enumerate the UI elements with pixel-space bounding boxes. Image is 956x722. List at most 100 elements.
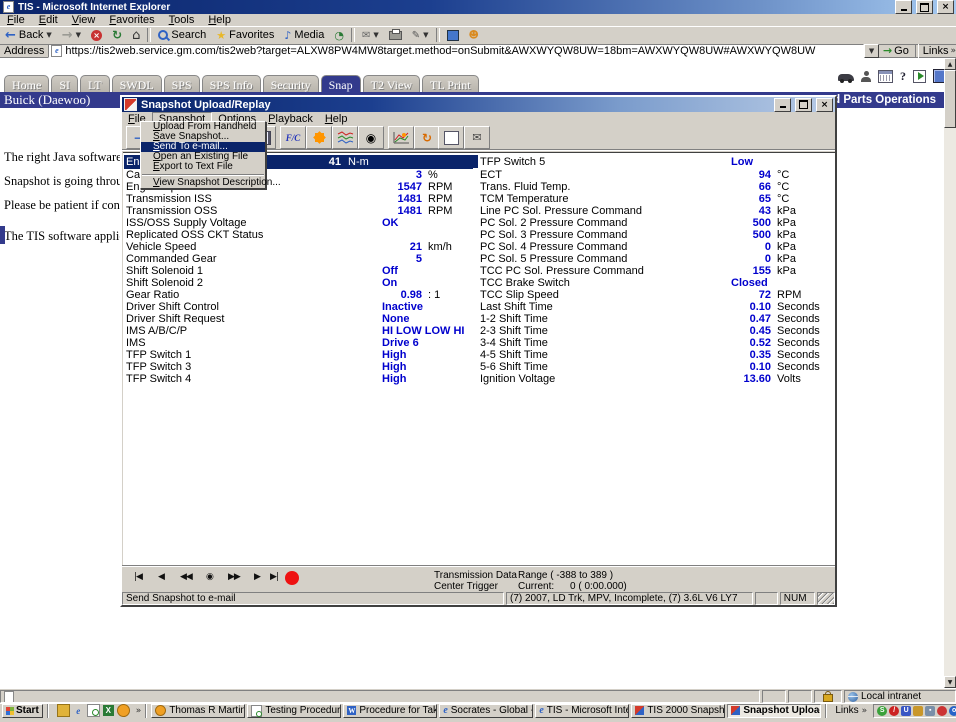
param-row-tcc-brake-switch[interactable]: TCC Brake SwitchClosed — [473, 277, 833, 289]
param-row-ignition-voltage[interactable]: Ignition Voltage13.60Volts — [473, 373, 833, 385]
user-icon[interactable] — [861, 71, 871, 82]
calendar-icon[interactable] — [878, 70, 893, 83]
param-row-ect[interactable]: ECT94°C — [473, 169, 833, 181]
param-row-line-pc-sol-pressure-command[interactable]: Line PC Sol. Pressure Command43kPa — [473, 205, 833, 217]
address-dropdown-button[interactable]: ▼ — [864, 44, 879, 58]
param-row-tcm-temperature[interactable]: TCM Temperature65°C — [473, 193, 833, 205]
param-row-trans-fluid-temp[interactable]: Trans. Fluid Temp.66°C — [473, 181, 833, 193]
search-doc-icon[interactable] — [87, 704, 100, 717]
email-toolbar-button[interactable]: ✉ — [464, 126, 490, 149]
menu-item-export-to-text-file[interactable]: Export to Text File — [141, 162, 265, 172]
window-menu-help[interactable]: Help — [319, 113, 354, 125]
print-button[interactable] — [384, 27, 407, 43]
page-scrollbar[interactable]: ▲ ▼ — [944, 58, 956, 688]
task-button-procedure-for-taking-sn[interactable]: WProcedure for Taking Sn... — [343, 704, 437, 718]
param-row-iss-oss-supply-voltage[interactable]: ISS/OSS Supply VoltageOK — [124, 217, 473, 229]
links-chevron-icon[interactable]: » — [950, 46, 956, 56]
messenger-button[interactable]: ☻ — [464, 27, 484, 43]
address-input[interactable]: e https://tis2web.service.gm.com/tis2web… — [48, 44, 864, 58]
minimize-button[interactable] — [895, 0, 912, 14]
alert-icon[interactable] — [937, 706, 947, 716]
task-button-tis-2000-snapshot-uplo[interactable]: TIS 2000 Snapshot Uplo... — [631, 704, 725, 718]
param-row-last-shift-time[interactable]: Last Shift Time0.10Seconds — [473, 301, 833, 313]
start-button[interactable]: Start — [2, 704, 43, 718]
task-button-tis-microsoft-internet[interactable]: eTIS - Microsoft Internet ... — [535, 704, 629, 718]
history-button[interactable]: ◔ — [329, 27, 349, 43]
menu-file[interactable]: File — [0, 14, 32, 26]
param-row-tfp-switch-1[interactable]: TFP Switch 1High — [124, 349, 473, 361]
window-minimize-button[interactable] — [774, 98, 791, 112]
rewind-button[interactable]: ◀◀ — [180, 572, 192, 582]
mail-button[interactable]: ✉▼ — [357, 27, 384, 43]
go-button[interactable]: → Go — [879, 44, 913, 57]
shield-icon[interactable]: U — [901, 706, 911, 716]
back-arrow-button[interactable]: ←Back▼ — [0, 27, 57, 43]
menu-item-view-snapshot-description[interactable]: View Snapshot Description... — [141, 178, 265, 188]
param-row-4-5-shift-time[interactable]: 4-5 Shift Time0.35Seconds — [473, 349, 833, 361]
fast-forward-button[interactable]: ▶▶ — [228, 572, 240, 582]
sync-icon[interactable]: S — [877, 706, 887, 716]
step-forward-button[interactable]: ▶ — [254, 572, 260, 582]
spreadsheet-icon[interactable]: X — [103, 705, 114, 716]
resize-grip[interactable] — [817, 592, 836, 605]
favorites-button[interactable]: ★Favorites — [211, 27, 279, 43]
task-button-snapshot-upload-re[interactable]: Snapshot Upload/Re... — [727, 704, 821, 718]
param-row-driver-shift-control[interactable]: Driver Shift ControlInactive — [124, 301, 473, 313]
media-button[interactable]: ♪Media — [279, 27, 329, 43]
taskbar-links[interactable]: Links » — [831, 705, 871, 716]
home-button[interactable]: ⌂ — [127, 27, 145, 43]
center-trigger-button[interactable]: ◉ — [206, 572, 213, 582]
param-row-5-6-shift-time[interactable]: 5-6 Shift Time0.10Seconds — [473, 361, 833, 373]
forward-arrow-button[interactable]: →▼ — [57, 27, 86, 43]
refresh-button[interactable]: ↻ — [107, 27, 127, 43]
param-row-ims[interactable]: IMSDrive 6 — [124, 337, 473, 349]
close-button[interactable]: × — [937, 0, 954, 14]
menu-help[interactable]: Help — [201, 14, 238, 26]
param-row-tfp-switch-4[interactable]: TFP Switch 4High — [124, 373, 473, 385]
param-row-shift-solenoid-2[interactable]: Shift Solenoid 2On — [124, 277, 473, 289]
task-button-thomas-r-martin-inbox[interactable]: Thomas R Martin - Inbox... — [151, 704, 245, 718]
ie-icon[interactable]: e — [73, 705, 84, 716]
sun-toolbar-button[interactable] — [306, 126, 332, 149]
seek-end-button[interactable]: ▶| — [270, 572, 278, 582]
blocked-icon[interactable]: / — [889, 706, 899, 716]
key-icon[interactable] — [913, 706, 923, 716]
scroll-down-icon[interactable]: ▼ — [944, 676, 956, 688]
param-row-2-3-shift-time[interactable]: 2-3 Shift Time0.45Seconds — [473, 325, 833, 337]
param-row-transmission-iss[interactable]: Transmission ISS1481RPM — [124, 193, 473, 205]
param-row-pc-sol-4-pressure-command[interactable]: PC Sol. 4 Pressure Command0kPa — [473, 241, 833, 253]
help-icon[interactable]: ? — [900, 69, 906, 84]
window-titlebar[interactable]: Snapshot Upload/Replay × — [122, 97, 835, 112]
param-row-vehicle-speed[interactable]: Vehicle Speed21km/h — [124, 241, 473, 253]
menu-tools[interactable]: Tools — [162, 14, 202, 26]
step-back-button[interactable]: ◀ — [158, 572, 164, 582]
wheel-toolbar-button[interactable]: ◉ — [358, 126, 384, 149]
network-icon[interactable]: ▪ — [925, 706, 935, 716]
stop-button[interactable]: × — [86, 27, 107, 43]
param-row-driver-shift-request[interactable]: Driver Shift RequestNone — [124, 313, 473, 325]
waveform-toolbar-button[interactable] — [332, 126, 358, 149]
param-row-tfp-switch-5[interactable]: TFP Switch 5Low — [473, 155, 833, 169]
quick-launch-overflow-icon[interactable]: » — [136, 706, 142, 716]
param-row-1-2-shift-time[interactable]: 1-2 Shift Time0.47Seconds — [473, 313, 833, 325]
window-menu-playback[interactable]: Playback — [262, 113, 319, 125]
seek-start-button[interactable]: |◀ — [134, 572, 142, 582]
links-label[interactable]: Links — [921, 45, 951, 57]
param-row-transmission-oss[interactable]: Transmission OSS1481RPM — [124, 205, 473, 217]
menu-view[interactable]: View — [65, 14, 103, 26]
param-row-ims-a-b-c-p[interactable]: IMS A/B/C/PHI LOW LOW HI — [124, 325, 473, 337]
param-row-pc-sol-2-pressure-command[interactable]: PC Sol. 2 Pressure Command500kPa — [473, 217, 833, 229]
notes-icon[interactable] — [117, 704, 130, 717]
param-row-pc-sol-5-pressure-command[interactable]: PC Sol. 5 Pressure Command0kPa — [473, 253, 833, 265]
param-row-tfp-switch-3[interactable]: TFP Switch 3High — [124, 361, 473, 373]
fc-toggle-toolbar-button[interactable]: F/C — [280, 126, 306, 149]
replay-toolbar-button[interactable]: ↻ — [414, 126, 440, 149]
monitor-icon[interactable]: o — [949, 706, 956, 716]
chart-toolbar-button[interactable] — [388, 126, 414, 149]
param-row-3-4-shift-time[interactable]: 3-4 Shift Time0.52Seconds — [473, 337, 833, 349]
edit-button[interactable]: ✎▼ — [407, 27, 434, 43]
menu-favorites[interactable]: Favorites — [102, 14, 161, 26]
frame-toolbar-button[interactable] — [438, 126, 464, 149]
param-row-tcc-slip-speed[interactable]: TCC Slip Speed72RPM — [473, 289, 833, 301]
param-row-tcc-pc-sol-pressure-command[interactable]: TCC PC Sol. Pressure Command155kPa — [473, 265, 833, 277]
